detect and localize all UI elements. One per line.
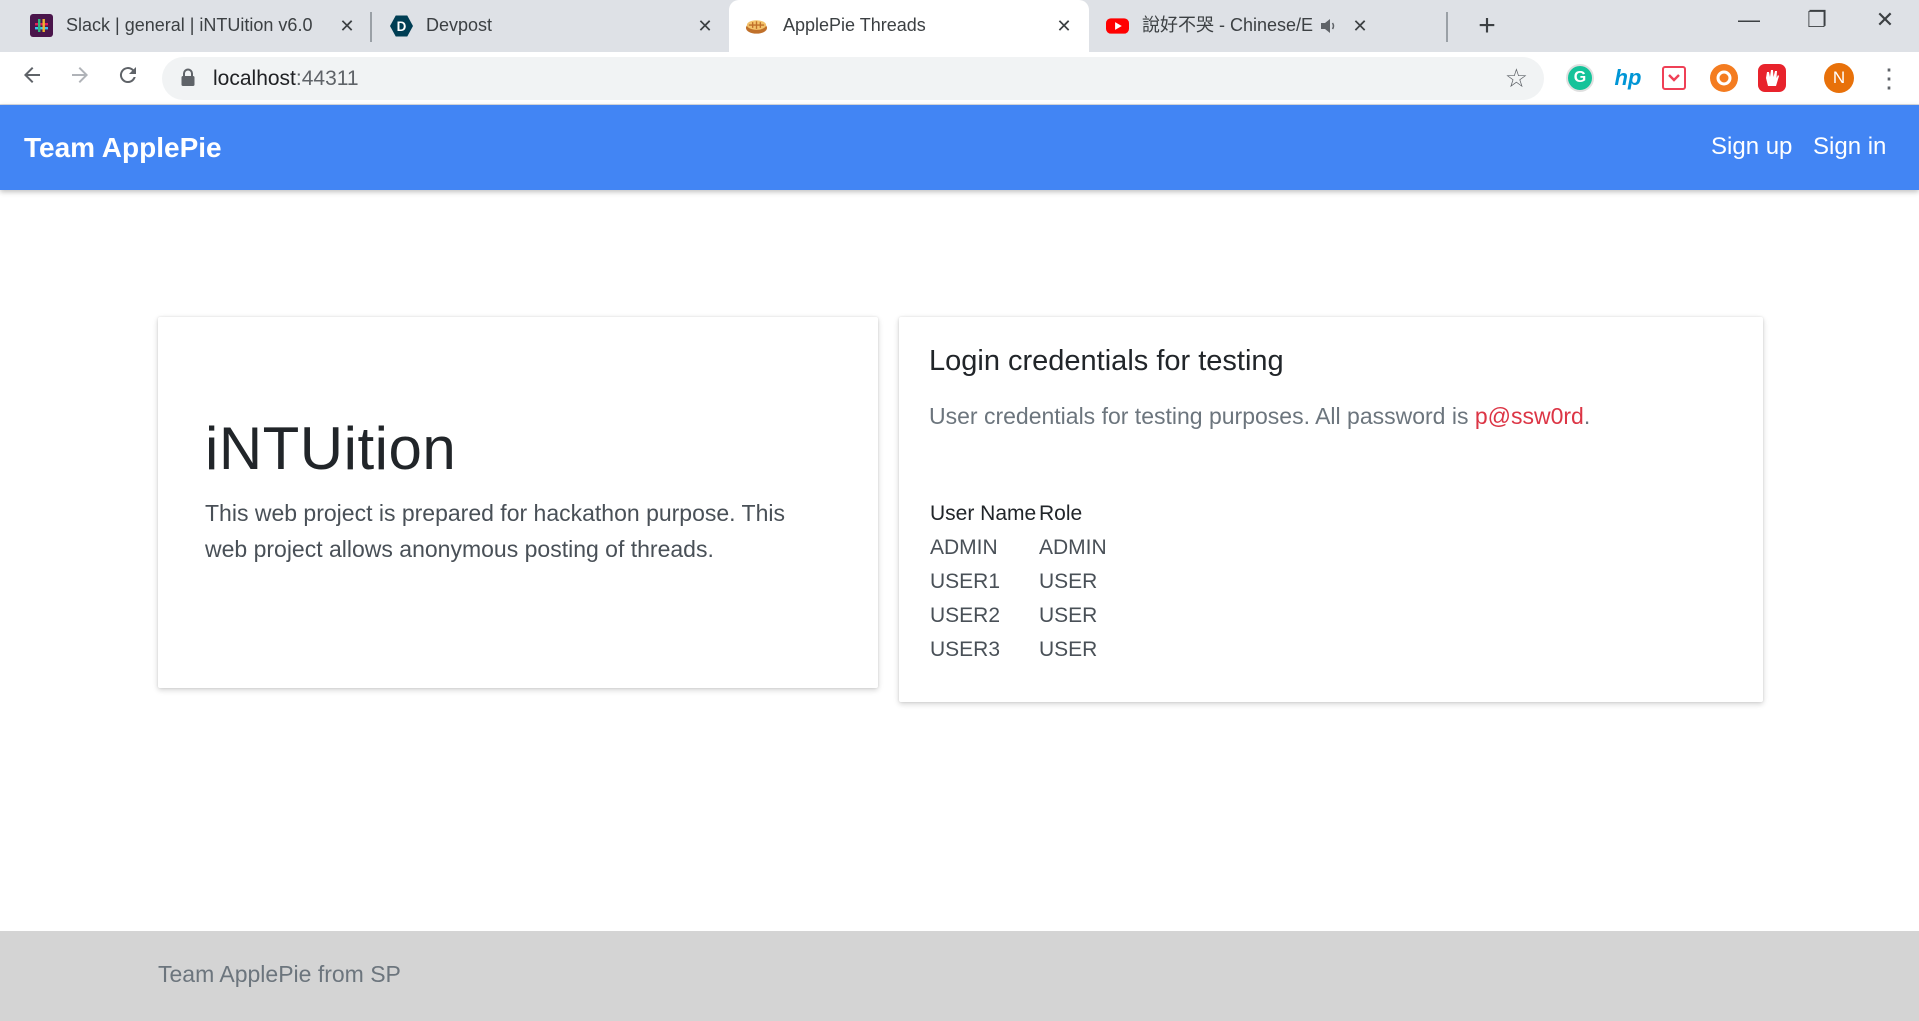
app-navbar: Team ApplePie Sign up Sign in	[0, 105, 1919, 190]
tab-close-icon[interactable]: ✕	[334, 13, 360, 39]
role-cell: USER	[1039, 638, 1098, 661]
lock-icon[interactable]	[180, 68, 196, 93]
browser-menu-icon[interactable]: ⋮	[1876, 62, 1902, 94]
table-row: USER2 USER	[930, 604, 1107, 638]
intro-description: This web project is prepared for hackath…	[205, 500, 785, 562]
intro-card: iNTUition This web project is prepared f…	[158, 317, 878, 688]
tab-title: Devpost	[426, 15, 493, 35]
extension-icon[interactable]	[1710, 64, 1738, 92]
youtube-icon	[1106, 14, 1129, 37]
back-button[interactable]	[14, 60, 50, 96]
table-row: USER1 USER	[930, 570, 1107, 604]
role-cell: ADMIN	[1039, 536, 1107, 559]
close-window-button[interactable]: ✕	[1851, 0, 1919, 44]
signin-link[interactable]: Sign in	[1813, 105, 1886, 189]
tab-title: Slack | general | iNTUition v6.0	[66, 15, 313, 35]
credentials-description: User credentials for testing purposes. A…	[929, 403, 1590, 430]
intro-title: iNTUition	[205, 415, 457, 482]
username-cell: USER2	[930, 604, 1001, 627]
tab-close-icon[interactable]: ✕	[692, 13, 718, 39]
url-host: localhost	[213, 67, 296, 90]
role-cell: USER	[1039, 604, 1098, 627]
tab-applepie-threads[interactable]: ApplePie Threads ✕	[729, 0, 1089, 52]
table-header-row: User Name Role	[930, 502, 1107, 536]
credentials-title: Login credentials for testing	[929, 345, 1284, 377]
tab-close-icon[interactable]: ✕	[1347, 13, 1373, 39]
table-row: ADMIN ADMIN	[930, 536, 1107, 570]
tab-title: 說好不哭 - Chinese/English D	[1142, 15, 1314, 35]
reload-icon	[119, 67, 136, 84]
profile-avatar[interactable]: N	[1824, 63, 1854, 93]
tab-devpost[interactable]: D Devpost ✕	[372, 0, 728, 52]
url-text: localhost:44311	[213, 57, 359, 100]
tab-close-icon[interactable]: ✕	[1051, 13, 1077, 39]
new-tab-button[interactable]: +	[1467, 6, 1507, 46]
tab-youtube[interactable]: 說好不哭 - Chinese/English D ✕	[1090, 0, 1444, 52]
pocket-icon[interactable]	[1662, 66, 1686, 90]
credentials-text-end: .	[1583, 403, 1591, 429]
browser-tab-strip: Slack | general | iNTUition v6.0 ✕ D Dev…	[0, 0, 1919, 52]
svg-text:D: D	[397, 18, 407, 33]
tab-slack[interactable]: Slack | general | iNTUition v6.0 ✕	[0, 0, 370, 52]
url-port: :44311	[295, 67, 359, 90]
address-bar[interactable]: localhost:44311 ☆	[162, 57, 1544, 100]
adblock-icon[interactable]	[1758, 64, 1786, 92]
browser-toolbar: localhost:44311 ☆ G hp N ⋮	[0, 52, 1919, 105]
forward-button[interactable]	[62, 60, 98, 96]
grammarly-icon[interactable]: G	[1566, 64, 1594, 92]
bookmark-star-icon[interactable]: ☆	[1505, 65, 1528, 91]
hp-icon[interactable]: hp	[1614, 64, 1642, 92]
credentials-table: User Name Role ADMIN ADMIN USER1 USER US…	[930, 502, 1107, 672]
username-cell: USER1	[930, 570, 1001, 593]
table-row: USER3 USER	[930, 638, 1107, 672]
tab-separator	[1446, 12, 1448, 42]
pie-icon	[745, 14, 768, 37]
page-footer: Team ApplePie from SP	[0, 931, 1919, 1021]
reload-button[interactable]	[110, 60, 146, 96]
audio-playing-icon[interactable]	[1320, 17, 1338, 40]
role-cell: USER	[1039, 570, 1098, 593]
brand-link[interactable]: Team ApplePie	[24, 105, 222, 191]
forward-arrow-icon	[72, 67, 88, 83]
password-value: p@ssw0rd	[1474, 403, 1584, 429]
credentials-card: Login credentials for testing User crede…	[899, 317, 1763, 702]
username-cell: USER3	[930, 638, 1001, 661]
signup-link[interactable]: Sign up	[1711, 105, 1792, 189]
footer-text: Team ApplePie from SP	[158, 961, 401, 987]
back-arrow-icon	[24, 67, 40, 83]
column-header-role: Role	[1039, 502, 1083, 525]
username-cell: ADMIN	[930, 536, 998, 559]
devpost-icon: D	[390, 14, 413, 37]
restore-window-button[interactable]: ❐	[1783, 0, 1851, 44]
slack-icon	[30, 14, 53, 37]
minimize-window-button[interactable]: —	[1715, 0, 1783, 44]
column-header-username: User Name	[930, 502, 1037, 525]
credentials-text: User credentials for testing purposes. A…	[929, 403, 1475, 429]
tab-title: ApplePie Threads	[783, 15, 926, 35]
